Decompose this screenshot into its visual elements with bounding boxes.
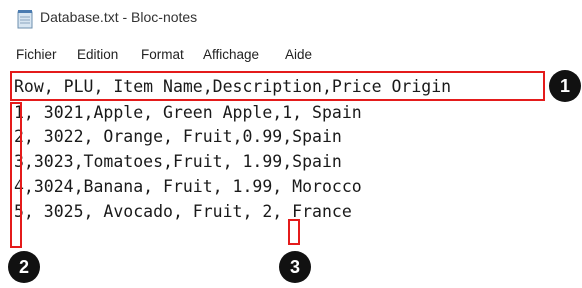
- annotation-box-row-column: [10, 102, 22, 248]
- title-bar: Database.txt - Bloc-notes: [0, 0, 582, 38]
- window-title: Database.txt - Bloc-notes: [40, 9, 198, 25]
- text-line: 3,3023,Tomatoes,Fruit, 1.99,Spain: [14, 152, 342, 171]
- text-line: 2, 3022, Orange, Fruit,0.99,Spain: [14, 127, 342, 146]
- notepad-icon: [17, 10, 33, 29]
- menu-affichage[interactable]: Affichage: [203, 47, 259, 62]
- menu-edition[interactable]: Edition: [77, 47, 118, 62]
- annotation-badge-1: 1: [549, 70, 581, 102]
- menu-fichier[interactable]: Fichier: [16, 47, 57, 62]
- menu-bar: Fichier Edition Format Affichage Aide: [0, 45, 582, 67]
- text-line: 5, 3025, Avocado, Fruit, 2, France: [14, 202, 352, 221]
- annotation-box-header: [10, 71, 545, 101]
- text-line: 1, 3021,Apple, Green Apple,1, Spain: [14, 103, 362, 122]
- annotation-badge-3: 3: [279, 251, 311, 283]
- annotation-box-separator: [288, 219, 300, 245]
- menu-aide[interactable]: Aide: [285, 47, 312, 62]
- menu-format[interactable]: Format: [141, 47, 184, 62]
- annotation-badge-2: 2: [8, 251, 40, 283]
- text-line: 4,3024,Banana, Fruit, 1.99, Morocco: [14, 177, 362, 196]
